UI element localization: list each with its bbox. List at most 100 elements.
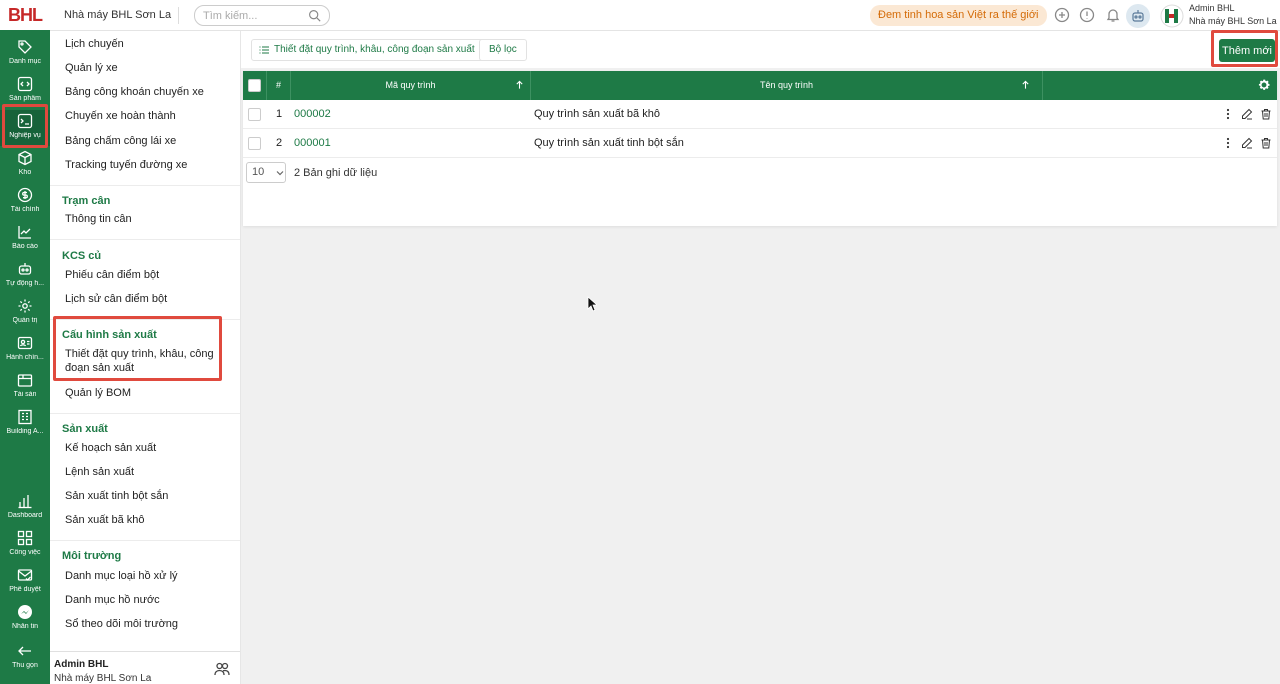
table-row[interactable]: 2 000001 Quy trình sản xuất tinh bột sắn [243,129,1277,158]
menu-item-chuyen-xe-hoan-thanh[interactable]: Chuyến xe hoàn thành [65,110,176,122]
rail-item-danh-muc[interactable]: Danh mục [0,36,50,72]
messenger-icon [18,605,32,619]
tab-thiet-dat-quy-trinh[interactable]: Thiết đặt quy trình, khâu, công đoạn sản… [251,39,484,61]
rail-item-nghiep-vu[interactable]: Nghiệp vụ [0,110,50,146]
more-vertical-icon[interactable] [1222,108,1234,120]
package-icon [17,374,33,387]
rail-item-label: Building A... [6,428,44,435]
menu-group-tram-can: Trạm cân [62,195,111,207]
plus-circle-icon[interactable] [1054,7,1070,23]
sort-arrow-up-icon[interactable] [515,80,524,90]
user-name[interactable]: Admin BHL [1189,3,1235,13]
row-index: 2 [275,137,283,149]
rail-item-cong-viec[interactable]: Công việc [0,527,50,563]
add-new-button[interactable]: Thêm mới [1219,39,1275,62]
line-chart-icon [18,226,31,239]
left-rail: BHL Danh mục Sản phẩm Nghiệp vụ Kho Tài … [0,0,50,684]
rail-item-bao-cao[interactable]: Báo cáo [0,221,50,257]
rail-item-hanh-chinh[interactable]: Hành chín... [0,332,50,368]
rail-item-tu-dong-hoa[interactable]: Tự động h... [0,258,50,294]
users-switch-icon[interactable] [213,660,231,678]
terminal-icon [17,113,33,129]
rail-item-label: Danh mục [9,58,41,65]
column-header-name[interactable]: Tên quy trình [531,71,1043,100]
menu-item-lenh-san-xuat[interactable]: Lệnh sản xuất [65,466,134,478]
row-checkbox[interactable] [248,137,261,150]
menu-item-quan-ly-xe[interactable]: Quản lý xe [65,62,118,74]
menu-item-so-theo-doi[interactable]: Sổ theo dõi môi trường [65,618,178,630]
column-header-index: # [267,71,291,100]
menu-item-danh-muc-ho-nuoc[interactable]: Danh mục hồ nước [65,594,160,606]
grid-icon [17,530,33,546]
menu-item-thiet-dat-quy-trinh[interactable]: Thiết đặt quy trình, khâu, công [65,348,214,360]
menu-item-thiet-dat-quy-trinh-line2[interactable]: đoạn sản xuất [65,362,134,374]
divider [50,185,240,186]
menu-item-lich-chuyen[interactable]: Lịch chuyến [65,38,124,50]
menu-item-phieu-can-diem-bot[interactable]: Phiếu cân điểm bột [65,269,159,281]
select-all-checkbox[interactable] [248,79,261,92]
menu-item-san-xuat-ba-kho[interactable]: Sản xuất bã khô [65,514,145,526]
column-header-code[interactable]: Mã quy trình [291,71,531,100]
avatar[interactable] [1160,4,1184,28]
dollar-icon [17,187,33,203]
row-checkbox[interactable] [248,108,261,121]
rail-item-label: Dashboard [7,512,43,519]
assistant-bot-icon[interactable] [1126,4,1150,28]
filter-button[interactable]: Bộ lọc [479,39,527,61]
rail-item-san-pham[interactable]: Sản phẩm [0,73,50,109]
divider [50,413,240,414]
trash-icon[interactable] [1260,137,1272,149]
rail-item-nhan-tin[interactable]: Nhắn tin [0,601,50,637]
trash-icon[interactable] [1260,108,1272,120]
rail-item-phe-duyet[interactable]: Phê duyệt [0,564,50,600]
rail-item-label: Quản trị [12,317,38,324]
rail-item-label: Hành chín... [6,354,44,361]
row-code-link[interactable]: 000002 [294,100,331,129]
menu-item-tracking[interactable]: Tracking tuyến đường xe [65,159,187,171]
menu-item-bang-cong-khoan[interactable]: Bảng công khoán chuyến xe [65,86,204,98]
menu-item-thong-tin-can[interactable]: Thông tin cân [65,213,132,225]
row-name: Quy trình sản xuất tinh bột sắn [534,137,684,149]
footer-factory-name: Nhà máy BHL Sơn La [54,673,152,684]
pagination-bar: 10 2 Bản ghi dữ liệu [243,159,1277,188]
bell-icon[interactable] [1105,7,1121,23]
rail-item-label: Nhắn tin [11,623,39,630]
rail-item-kho[interactable]: Kho [0,147,50,183]
rail-item-label: Báo cáo [12,243,38,250]
mail-check-icon [17,569,33,581]
gear-icon[interactable] [1257,78,1271,92]
rail-item-thu-gon[interactable]: Thu gọn [0,640,50,676]
search-icon[interactable] [308,9,321,22]
page-size-select[interactable]: 10 [246,162,286,183]
rail-item-tai-chinh[interactable]: Tài chính [0,184,50,220]
divider [50,319,240,320]
row-code-link[interactable]: 000001 [294,129,331,158]
edit-icon[interactable] [1241,108,1253,120]
rail-item-tai-san[interactable]: Tài sản [0,369,50,405]
menu-group-cau-hinh-san-xuat: Cấu hình sản xuất [62,329,157,341]
info-icon[interactable] [1079,7,1095,23]
menu-item-danh-muc-loai-ho[interactable]: Danh mục loại hồ xử lý [65,570,178,582]
rail-item-quan-tri[interactable]: Quản trị [0,295,50,331]
tab-label: Thiết đặt quy trình, khâu, công đoạn sản… [274,44,475,55]
main-content: Thiết đặt quy trình, khâu, công đoạn sản… [241,31,1280,684]
menu-group-san-xuat: Sản xuất [62,423,108,435]
more-vertical-icon[interactable] [1222,137,1234,149]
toolbar: Thiết đặt quy trình, khâu, công đoạn sản… [241,31,1280,68]
menu-item-bang-cham-cong[interactable]: Bảng chấm công lái xe [65,135,176,147]
column-header-code-label: Mã quy trình [385,80,436,90]
menu-item-quan-ly-bom[interactable]: Quản lý BOM [65,387,131,399]
menu-item-ke-hoach-san-xuat[interactable]: Kế hoạch sản xuất [65,442,156,454]
sidebar-footer: Admin BHL Nhà máy BHL Sơn La [50,651,240,684]
rail-item-dashboard[interactable]: Dashboard [0,490,50,526]
sort-arrow-up-icon[interactable] [1021,80,1030,90]
table-row[interactable]: 1 000002 Quy trình sản xuất bã khô [243,100,1277,129]
menu-item-san-xuat-tinh-bot-san[interactable]: Sản xuất tinh bột sắn [65,490,168,502]
menu-item-lich-su-can-diem-bot[interactable]: Lịch sử cân điểm bột [65,293,167,305]
edit-icon[interactable] [1241,137,1253,149]
logo-text: BHL [8,4,43,25]
app-logo[interactable]: BHL [0,0,50,30]
footer-user-name: Admin BHL [54,659,109,670]
building-icon [18,409,32,425]
rail-item-building[interactable]: Building A... [0,406,50,442]
